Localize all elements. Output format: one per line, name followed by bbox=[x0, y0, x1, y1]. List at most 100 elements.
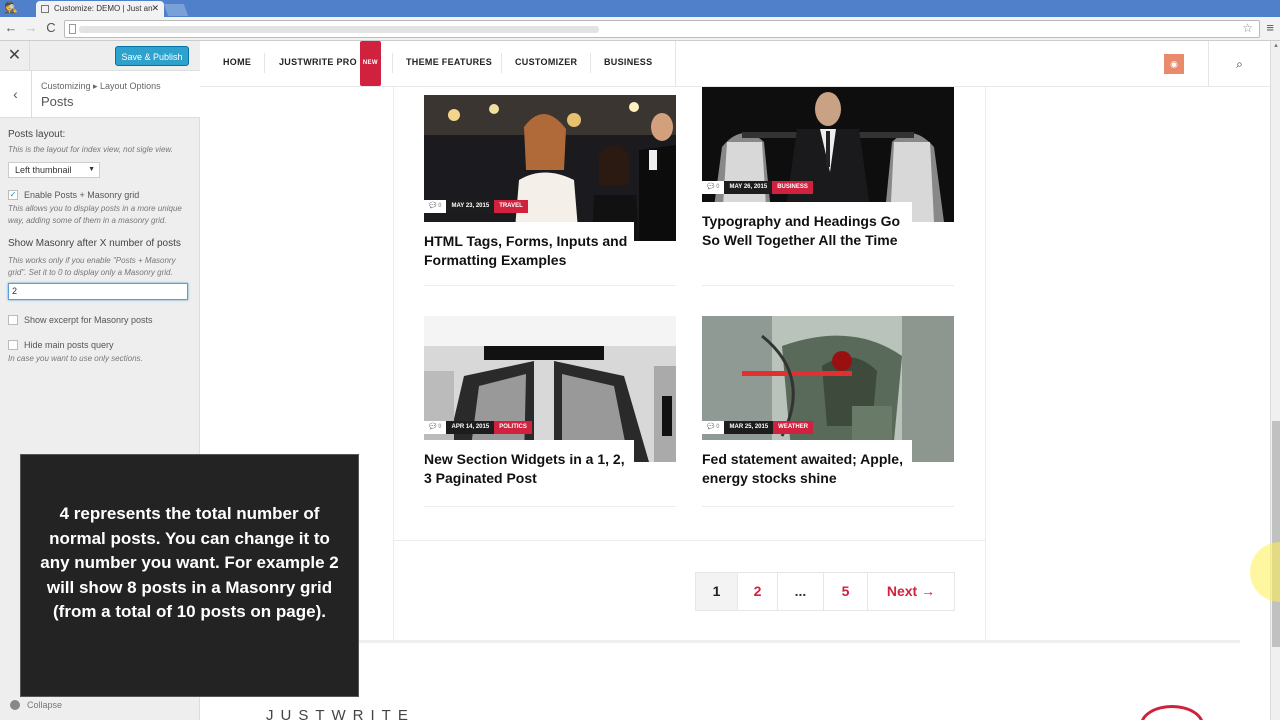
page-ellipsis: ... bbox=[778, 573, 824, 610]
hide-main-toggle-row[interactable]: Hide main posts query bbox=[8, 340, 192, 350]
page-icon bbox=[69, 24, 76, 34]
post-thumbnail[interactable] bbox=[424, 95, 676, 241]
comment-count[interactable]: 💬 0 bbox=[702, 181, 725, 194]
masonry-checkbox-label: Enable Posts + Masonry grid bbox=[24, 190, 140, 200]
post-divider bbox=[424, 285, 676, 286]
masonry-after-label: Show Masonry after X number of posts bbox=[8, 238, 181, 249]
nav-justwrite-pro[interactable]: JUSTWRITE PRO NEW bbox=[279, 41, 381, 87]
excerpt-checkbox[interactable] bbox=[8, 315, 18, 325]
nav-divider bbox=[392, 53, 393, 73]
post-title[interactable]: Typography and Headings Go So Well Toget… bbox=[702, 202, 912, 250]
excerpt-checkbox-label: Show excerpt for Masonry posts bbox=[24, 315, 153, 325]
post-category[interactable]: TRAVEL bbox=[494, 200, 528, 213]
next-page-link[interactable]: Next → bbox=[868, 573, 954, 610]
back-chevron-icon[interactable]: ‹ bbox=[0, 71, 32, 118]
hide-main-checkbox[interactable] bbox=[8, 340, 18, 350]
customizer-header: ✕ Save & Publish bbox=[0, 41, 200, 71]
address-bar[interactable]: ☆ bbox=[64, 20, 1260, 38]
nav-theme-features[interactable]: THEME FEATURES bbox=[406, 41, 492, 87]
url-redacted bbox=[79, 26, 599, 33]
browser-tab-strip: 🕵 Customize: DEMO | Just an ✕ bbox=[0, 0, 1280, 17]
reload-icon[interactable]: C bbox=[43, 20, 59, 36]
page-current: 1 bbox=[696, 573, 738, 610]
pagination: 1 2 ... 5 Next → bbox=[695, 572, 955, 611]
masonry-after-input[interactable]: 2 bbox=[8, 283, 188, 300]
masonry-toggle-row[interactable]: ✓ Enable Posts + Masonry grid bbox=[8, 190, 192, 200]
browser-menu-icon[interactable]: ≡ bbox=[1266, 20, 1274, 35]
collapse-icon bbox=[10, 700, 20, 710]
back-arrow-icon[interactable]: ← bbox=[3, 20, 19, 36]
page-link-last[interactable]: 5 bbox=[824, 573, 868, 610]
nav-business[interactable]: BUSINESS bbox=[604, 41, 652, 87]
posts-layout-value: Left thumbnail bbox=[15, 165, 72, 175]
nav-divider bbox=[264, 53, 265, 73]
post-divider bbox=[424, 506, 676, 507]
column-border bbox=[985, 87, 986, 640]
section-title: Posts bbox=[41, 94, 74, 109]
masonry-checkbox[interactable]: ✓ bbox=[8, 190, 18, 200]
page-scrollbar[interactable]: ▲ bbox=[1270, 41, 1280, 720]
excerpt-toggle-row[interactable]: Show excerpt for Masonry posts bbox=[8, 315, 192, 325]
nav-divider bbox=[675, 41, 676, 87]
main-content: 💬 0 MAY 23, 2015 TRAVEL HTML Tags, Forms… bbox=[200, 87, 1270, 720]
post-date: MAY 26, 2015 bbox=[724, 181, 773, 194]
post-date: MAR 25, 2015 bbox=[724, 421, 774, 434]
post-date: APR 14, 2015 bbox=[446, 421, 495, 434]
breadcrumb: Customizing ▸ Layout Options bbox=[41, 81, 161, 91]
post-category[interactable]: POLITICS bbox=[494, 421, 532, 434]
collapse-button[interactable]: Collapse bbox=[10, 700, 62, 710]
comment-count[interactable]: 💬 0 bbox=[424, 200, 447, 213]
new-badge: NEW bbox=[359, 41, 381, 86]
post-title[interactable]: HTML Tags, Forms, Inputs and Formatting … bbox=[424, 222, 634, 270]
save-publish-button[interactable]: Save & Publish bbox=[115, 46, 189, 66]
page-link-2[interactable]: 2 bbox=[738, 573, 778, 610]
browser-profile-icon: 🕵 bbox=[4, 2, 18, 14]
tab-close-icon[interactable]: ✕ bbox=[151, 1, 159, 16]
post-meta: 💬 0 MAY 26, 2015 BUSINESS bbox=[702, 181, 813, 194]
post-category[interactable]: BUSINESS bbox=[772, 181, 813, 194]
scroll-thumb[interactable] bbox=[1272, 421, 1280, 647]
browser-toolbar: ← → C ☆ ≡ bbox=[0, 17, 1280, 41]
tab-title: Customize: DEMO | Just an bbox=[54, 4, 153, 13]
post-title[interactable]: New Section Widgets in a 1, 2, 3 Paginat… bbox=[424, 440, 634, 488]
posts-layout-description: This is the layout for index view, not s… bbox=[8, 145, 173, 154]
scroll-up-arrow-icon[interactable]: ▲ bbox=[1271, 43, 1280, 49]
page-icon bbox=[41, 5, 49, 13]
post-meta: 💬 0 MAR 25, 2015 WEATHER bbox=[702, 421, 814, 434]
footer-badge bbox=[1140, 705, 1204, 720]
rss-icon[interactable]: ◉ bbox=[1164, 54, 1184, 74]
posts-layout-label: Posts layout: bbox=[8, 129, 66, 140]
customizer-controls: Posts layout: This is the layout for ind… bbox=[8, 129, 192, 365]
nav-divider bbox=[590, 53, 591, 73]
close-icon[interactable]: ✕ bbox=[0, 41, 30, 71]
comment-count[interactable]: 💬 0 bbox=[424, 421, 447, 434]
post-meta: 💬 0 APR 14, 2015 POLITICS bbox=[424, 421, 532, 434]
post-divider bbox=[702, 285, 954, 286]
posts-layout-select[interactable]: Left thumbnail ▼ bbox=[8, 162, 100, 178]
nav-divider bbox=[501, 53, 502, 73]
nav-customizer[interactable]: CUSTOMIZER bbox=[515, 41, 577, 87]
comment-count[interactable]: 💬 0 bbox=[702, 421, 725, 434]
footer-logo[interactable]: JUSTWRITE bbox=[266, 707, 415, 720]
browser-tab[interactable]: Customize: DEMO | Just an ✕ bbox=[36, 1, 164, 17]
post-date: MAY 23, 2015 bbox=[446, 200, 495, 213]
post-title[interactable]: Fed statement awaited; Apple, energy sto… bbox=[702, 440, 912, 488]
tutorial-caption: 4 represents the total number of normal … bbox=[20, 454, 359, 697]
masonry-after-description: This works only if you enable "Posts + M… bbox=[8, 256, 176, 277]
hide-main-description: In case you want to use only sections. bbox=[8, 354, 143, 363]
hide-main-checkbox-label: Hide main posts query bbox=[24, 340, 114, 350]
search-icon[interactable]: ⌕ bbox=[1208, 41, 1270, 87]
pagination-divider bbox=[393, 540, 986, 541]
post-category[interactable]: WEATHER bbox=[773, 421, 814, 434]
forward-arrow-icon[interactable]: → bbox=[23, 20, 39, 36]
section-header: ‹ Customizing ▸ Layout Options Posts bbox=[0, 71, 200, 118]
nav-home[interactable]: HOME bbox=[223, 41, 251, 87]
collapse-label: Collapse bbox=[27, 700, 63, 710]
bookmark-star-icon[interactable]: ☆ bbox=[1242, 21, 1253, 35]
column-border bbox=[393, 87, 394, 640]
post-meta: 💬 0 MAY 23, 2015 TRAVEL bbox=[424, 200, 528, 213]
site-navigation: HOME JUSTWRITE PRO NEW THEME FEATURES CUS… bbox=[200, 41, 1270, 87]
masonry-description: This allows you to display posts in a mo… bbox=[8, 204, 182, 225]
nav-justwrite-pro-label: JUSTWRITE PRO bbox=[279, 57, 357, 67]
new-tab-button[interactable] bbox=[163, 4, 189, 16]
